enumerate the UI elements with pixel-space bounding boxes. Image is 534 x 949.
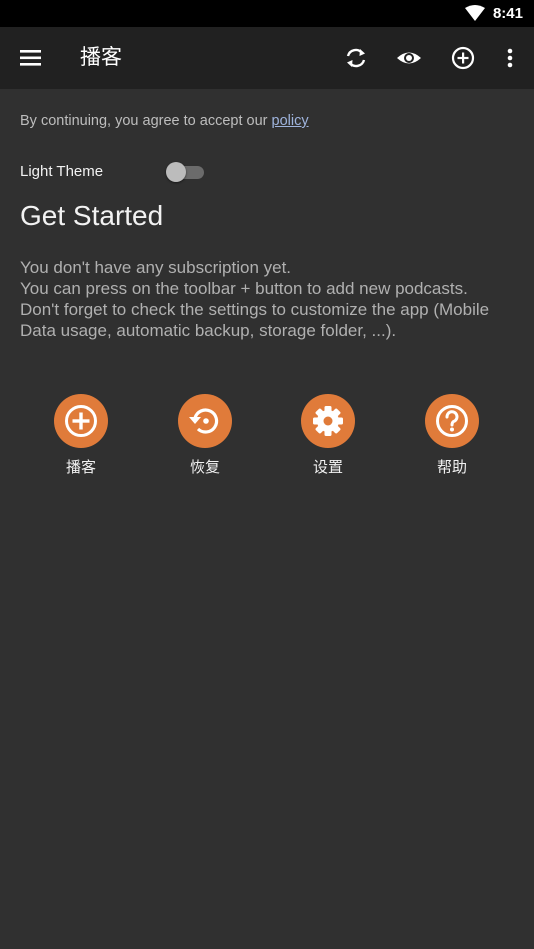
action-label: 恢复: [189, 458, 220, 476]
policy-notice: By continuing, you agree to accept our p…: [20, 112, 309, 130]
status-bar: 8:41: [0, 0, 534, 27]
action-label: 设置: [312, 458, 343, 476]
add-circle-icon: [54, 394, 108, 448]
description-line: Don't forget to check the settings to cu…: [20, 300, 490, 319]
description-line: You can press on the toolbar + button to…: [20, 279, 468, 298]
settings-gear-icon: [301, 394, 355, 448]
light-theme-switch[interactable]: [166, 162, 204, 182]
action-help[interactable]: 帮助: [402, 394, 502, 477]
policy-link[interactable]: policy: [272, 113, 309, 129]
action-podcast[interactable]: 播客: [31, 394, 131, 477]
policy-text: By continuing, you agree to accept our: [20, 113, 272, 129]
more-vert-icon[interactable]: [497, 45, 523, 71]
toolbar: 播客: [0, 27, 534, 89]
description: You don't have any subscription yet. You…: [20, 257, 520, 341]
help-circle-icon: [425, 394, 479, 448]
description-line: Data usage, automatic backup, storage fo…: [20, 321, 397, 340]
menu-icon[interactable]: [19, 47, 43, 71]
restore-icon: [178, 394, 232, 448]
toolbar-title: 播客: [80, 46, 122, 69]
add-circle-icon[interactable]: [450, 45, 476, 71]
light-theme-label: Light Theme: [20, 163, 104, 180]
page-heading: Get Started: [20, 200, 164, 231]
wifi-icon: [465, 5, 485, 26]
description-line: You don't have any subscription yet.: [20, 258, 292, 277]
action-restore[interactable]: 恢复: [155, 394, 255, 477]
quick-actions: 播客 恢复 设置 帮助: [0, 394, 534, 484]
action-label: 播客: [65, 458, 96, 476]
refresh-icon[interactable]: [343, 45, 369, 71]
action-label: 帮助: [436, 458, 467, 476]
switch-thumb: [166, 162, 186, 182]
eye-icon[interactable]: [396, 45, 422, 71]
light-theme-row: Light Theme: [20, 160, 220, 184]
action-settings[interactable]: 设置: [278, 394, 378, 477]
status-time: 8:41: [492, 5, 523, 22]
